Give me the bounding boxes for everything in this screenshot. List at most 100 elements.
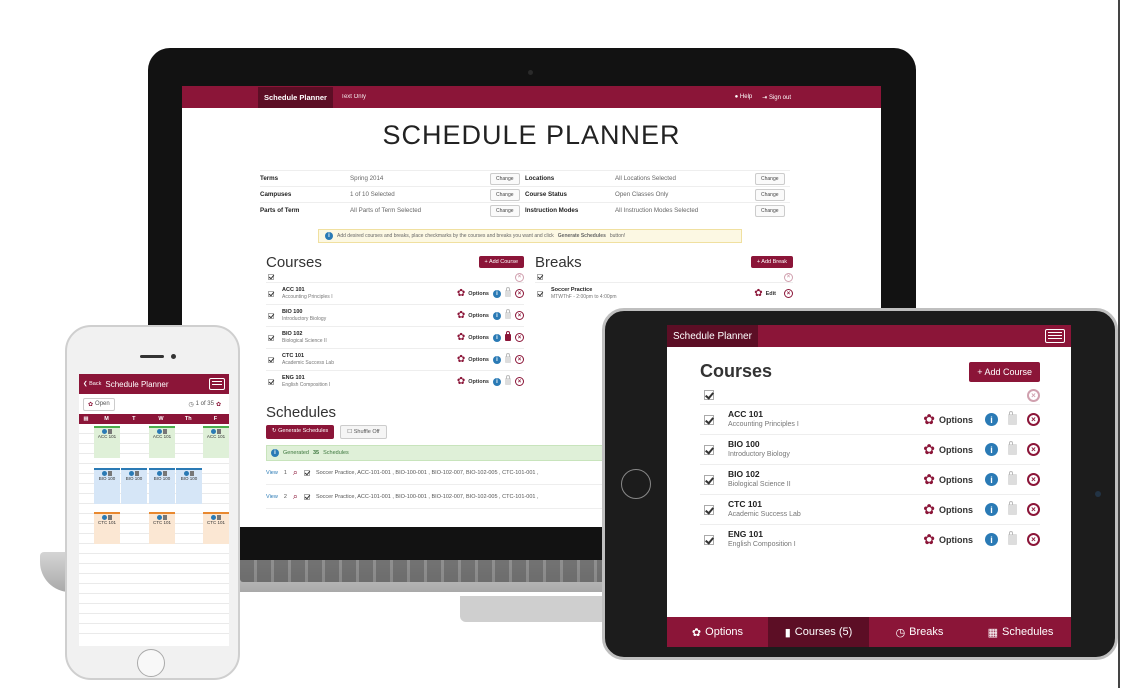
course-options-button[interactable]: ✿ Options [457, 354, 489, 365]
course-options-button[interactable]: ✿ Options [457, 310, 489, 321]
info-icon[interactable]: i [493, 333, 501, 342]
calendar-event[interactable]: CTC 101 [94, 512, 120, 544]
calendar-event[interactable]: CTC 101 [149, 512, 175, 544]
remove-course-icon[interactable]: × [1027, 533, 1040, 546]
menu-icon[interactable] [209, 378, 225, 390]
calendar-event[interactable]: CTC 101 [203, 512, 229, 544]
add-course-button[interactable]: + Add Course [478, 256, 524, 268]
course-checkbox[interactable] [704, 444, 714, 455]
remove-course-icon[interactable]: × [515, 311, 524, 320]
schedule-checkbox[interactable] [303, 469, 310, 476]
add-course-button[interactable]: + Add Course [969, 361, 1040, 382]
remove-break-icon[interactable]: × [784, 289, 793, 298]
info-icon[interactable]: i [493, 377, 501, 386]
open-button[interactable]: ✿ Open [83, 397, 115, 411]
generate-schedules-button[interactable]: ↻ Generate Schedules [266, 425, 335, 439]
course-options-button[interactable]: ✿ Options [923, 441, 973, 458]
remove-all-icon[interactable]: × [1027, 388, 1040, 402]
lock-icon[interactable] [505, 353, 511, 363]
change-button[interactable]: Change [490, 172, 520, 185]
back-button[interactable]: ❮ Back [83, 381, 101, 387]
lock-icon[interactable] [505, 375, 511, 385]
course-options-button[interactable]: ✿ Options [923, 471, 973, 488]
info-icon[interactable]: i [985, 533, 998, 546]
course-checkbox[interactable] [268, 290, 274, 297]
info-icon[interactable]: i [985, 413, 998, 426]
tab-courses[interactable]: ▮ Courses (5) [768, 617, 869, 647]
course-checkbox[interactable] [704, 534, 714, 545]
text-only-link[interactable]: Text Only [341, 94, 366, 100]
brand-link[interactable]: Schedule Planner [667, 325, 758, 347]
calendar-event[interactable]: ACC 101 [94, 426, 120, 458]
brand-link[interactable]: Schedule Planner [258, 86, 333, 108]
select-all-checkbox[interactable] [704, 390, 714, 400]
phone-home-button[interactable] [137, 649, 165, 677]
next-icon[interactable]: ✿ [216, 401, 221, 408]
remove-course-icon[interactable]: × [1027, 473, 1040, 486]
info-icon[interactable]: i [985, 503, 998, 516]
tab-breaks[interactable]: ◷ Breaks [869, 617, 970, 647]
info-icon[interactable]: i [493, 289, 501, 298]
lock-icon[interactable] [1008, 471, 1017, 485]
remove-course-icon[interactable]: × [1027, 413, 1040, 426]
tablet-home-button[interactable] [621, 469, 651, 499]
course-checkbox[interactable] [704, 504, 714, 515]
remove-course-icon[interactable]: × [1027, 503, 1040, 516]
magnify-icon[interactable]: ⌕ [293, 467, 298, 478]
course-checkbox[interactable] [704, 474, 714, 485]
calendar-event[interactable]: BIO 100 [149, 468, 175, 504]
break-checkbox[interactable] [537, 290, 543, 297]
calendar-event[interactable]: BIO 100 [176, 468, 202, 504]
change-button[interactable]: Change [755, 204, 785, 217]
schedule-checkbox[interactable] [303, 493, 310, 500]
remove-course-icon[interactable]: × [515, 355, 524, 364]
tab-options[interactable]: ✿ Options [667, 617, 768, 647]
change-button[interactable]: Change [490, 188, 520, 201]
course-checkbox[interactable] [268, 334, 274, 341]
lock-icon[interactable] [1008, 411, 1017, 425]
select-all-checkbox[interactable] [537, 274, 543, 280]
lock-icon[interactable] [1008, 441, 1017, 455]
tab-schedules[interactable]: ▦ Schedules [970, 617, 1071, 647]
lock-icon[interactable] [1008, 501, 1017, 515]
magnify-icon[interactable]: ⌕ [293, 491, 298, 502]
remove-course-icon[interactable]: × [515, 333, 524, 342]
course-checkbox[interactable] [268, 356, 274, 363]
course-options-button[interactable]: ✿ Options [457, 376, 489, 387]
lock-icon[interactable] [505, 309, 511, 319]
remove-course-icon[interactable]: × [1027, 443, 1040, 456]
course-options-button[interactable]: ✿ Options [457, 288, 489, 299]
lock-icon[interactable] [505, 331, 511, 341]
course-options-button[interactable]: ✿ Options [923, 411, 973, 428]
info-icon[interactable]: i [985, 443, 998, 456]
change-button[interactable]: Change [755, 188, 785, 201]
course-checkbox[interactable] [268, 312, 274, 319]
calendar-event[interactable]: ACC 101 [149, 426, 175, 458]
shuffle-toggle[interactable]: ☐ Shuffle Off [340, 425, 387, 439]
course-options-button[interactable]: ✿ Options [923, 501, 973, 518]
change-button[interactable]: Change [490, 204, 520, 217]
course-options-button[interactable]: ✿ Options [923, 531, 973, 548]
lock-icon[interactable] [1008, 531, 1017, 545]
add-break-button[interactable]: + Add Break [750, 256, 793, 268]
change-button[interactable]: Change [755, 172, 785, 185]
calendar-event[interactable]: ACC 101 [203, 426, 229, 458]
calendar-event[interactable]: BIO 100 [121, 468, 147, 504]
course-options-button[interactable]: ✿ Options [457, 332, 489, 343]
view-link[interactable]: View [266, 470, 278, 476]
remove-all-icon[interactable]: × [784, 272, 793, 282]
view-link[interactable]: View [266, 494, 278, 500]
course-checkbox[interactable] [704, 414, 714, 425]
edit-break-button[interactable]: ✿ Edit [754, 288, 776, 299]
calendar-event[interactable]: BIO 100 [94, 468, 120, 504]
remove-course-icon[interactable]: × [515, 377, 524, 386]
select-all-checkbox[interactable] [268, 274, 274, 280]
menu-icon[interactable] [1045, 329, 1065, 343]
help-link[interactable]: ● Help [735, 94, 753, 101]
sign-out-link[interactable]: ⇥ Sign out [762, 94, 791, 101]
info-icon[interactable]: i [985, 473, 998, 486]
remove-all-icon[interactable]: × [515, 272, 524, 282]
info-icon[interactable]: i [493, 355, 501, 364]
remove-course-icon[interactable]: × [515, 289, 524, 298]
lock-icon[interactable] [505, 287, 511, 297]
